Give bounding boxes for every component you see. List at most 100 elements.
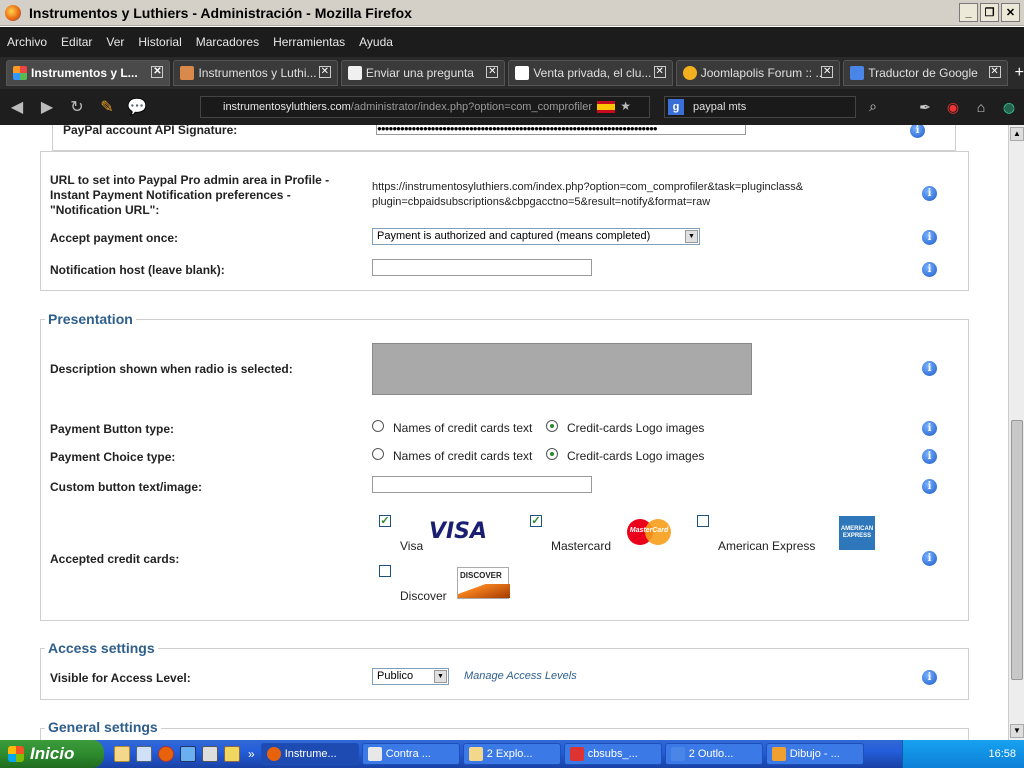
access-level-select[interactable]: Publico ▼ xyxy=(372,668,449,685)
joomla-icon xyxy=(13,66,27,80)
info-icon[interactable]: i xyxy=(922,449,937,464)
button-type-logos-radio[interactable] xyxy=(546,420,558,432)
task-firefox[interactable]: Instrume... xyxy=(260,743,359,765)
folder-icon[interactable] xyxy=(114,746,130,762)
stop-icon[interactable]: ◉ xyxy=(942,96,964,118)
search-icon[interactable]: ⌕ xyxy=(869,98,877,115)
menu-herramientas[interactable]: Herramientas xyxy=(273,35,345,49)
restore-button[interactable]: ❐ xyxy=(980,3,999,22)
start-button[interactable]: Inicio xyxy=(0,740,104,768)
tab-joomlapolis-forum[interactable]: Joomlapolis Forum :: ... ✕ xyxy=(675,60,841,86)
task-contra[interactable]: Contra ... xyxy=(361,743,460,765)
addon-icon[interactable]: ✎ xyxy=(94,94,120,120)
info-icon[interactable]: i xyxy=(922,262,937,277)
menu-historial[interactable]: Historial xyxy=(138,35,181,49)
info-icon[interactable]: i xyxy=(922,479,937,494)
manage-access-levels-link[interactable]: Manage Access Levels xyxy=(464,670,577,682)
close-tab-icon[interactable]: ✕ xyxy=(151,66,164,78)
info-icon[interactable]: i xyxy=(922,186,937,201)
clock[interactable]: 16:58 xyxy=(988,748,1016,760)
firefox-launch-icon[interactable] xyxy=(158,746,174,762)
chevron-down-icon[interactable]: ▼ xyxy=(685,230,698,243)
close-tab-icon[interactable]: ✕ xyxy=(821,66,834,78)
accept-payment-once-select[interactable]: Payment is authorized and captured (mean… xyxy=(372,228,700,245)
close-tab-icon[interactable]: ✕ xyxy=(988,66,1001,78)
google-icon[interactable]: g xyxy=(668,99,684,115)
button-type-names-label: Names of credit cards text xyxy=(393,421,533,435)
accepted-cards-label: Accepted credit cards: xyxy=(50,552,180,566)
visa-checkbox[interactable]: ✓ xyxy=(379,515,391,527)
ie-icon[interactable] xyxy=(180,746,196,762)
outlook-launch-icon[interactable] xyxy=(224,746,240,762)
globe-icon[interactable]: ◍ xyxy=(998,96,1020,118)
tab-instrumentos-site[interactable]: Instrumentos y Luthi... ✕ xyxy=(173,60,338,86)
info-icon[interactable]: i xyxy=(922,361,937,376)
notification-host-input[interactable] xyxy=(372,259,592,276)
page-scrollbar[interactable]: ▲ ▼ xyxy=(1008,125,1024,740)
chevron-down-icon[interactable]: ▼ xyxy=(434,670,447,683)
calc-icon[interactable] xyxy=(202,746,218,762)
url-host: instrumentosyluthiers.com xyxy=(223,101,351,113)
task-outlook[interactable]: 2 Outlo... xyxy=(664,743,763,765)
mastercard-label: Mastercard xyxy=(551,539,612,553)
home-icon[interactable]: ⌂ xyxy=(970,96,992,118)
back-button[interactable]: ◀ xyxy=(4,94,30,120)
info-icon[interactable]: i xyxy=(922,230,937,245)
tab-enviar-pregunta[interactable]: Enviar una pregunta ✕ xyxy=(340,60,506,86)
more-quicklaunch-icon[interactable]: » xyxy=(248,747,255,761)
mastercard-checkbox[interactable]: ✓ xyxy=(530,515,542,527)
reload-button[interactable]: ↻ xyxy=(64,94,90,120)
button-type-logos-label: Credit-cards Logo images xyxy=(567,421,705,435)
close-tab-icon[interactable]: ✕ xyxy=(486,66,499,78)
task-dibujo[interactable]: Dibujo - ... xyxy=(765,743,864,765)
task-cbsubs[interactable]: cbsubs_... xyxy=(563,743,662,765)
info-icon[interactable]: i xyxy=(922,551,937,566)
paint-task-icon xyxy=(771,747,786,761)
minimize-button[interactable]: _ xyxy=(959,3,978,22)
window-titlebar: Instrumentos y Luthiers - Administración… xyxy=(0,0,1024,26)
description-editor[interactable] xyxy=(372,343,752,395)
scroll-down-icon[interactable]: ▼ xyxy=(1010,724,1024,738)
visa-label: Visa xyxy=(400,539,424,553)
pen-tool-icon[interactable]: ✒ xyxy=(914,96,936,118)
scrollbar-thumb[interactable] xyxy=(1011,420,1023,680)
menu-ver[interactable]: Ver xyxy=(106,35,124,49)
tab-instrumentos-admin[interactable]: Instrumentos y L... ✕ xyxy=(6,60,171,86)
discover-label: Discover xyxy=(400,589,447,603)
choice-type-names-radio[interactable] xyxy=(372,448,384,460)
desktop-icon[interactable] xyxy=(136,746,152,762)
spain-flag-icon xyxy=(597,101,615,113)
bookmark-star-icon[interactable]: ★ xyxy=(620,99,631,113)
forward-button[interactable]: ▶ xyxy=(34,94,60,120)
amex-label: American Express xyxy=(718,539,816,553)
tab-venta-privada[interactable]: Venta privada, el clu... ✕ xyxy=(508,60,673,86)
info-icon[interactable]: i xyxy=(922,670,937,685)
tab-bar: Instrumentos y L... ✕ Instrumentos y Lut… xyxy=(0,57,1024,89)
task-explorer[interactable]: 2 Explo... xyxy=(462,743,561,765)
notification-url-label-3: "Notification URL": xyxy=(50,203,160,217)
amex-checkbox[interactable] xyxy=(697,515,709,527)
helmet-icon xyxy=(682,66,697,80)
custom-button-input[interactable] xyxy=(372,476,592,493)
folder-task-icon xyxy=(468,747,483,761)
scroll-up-icon[interactable]: ▲ xyxy=(1010,127,1024,141)
menu-editar[interactable]: Editar xyxy=(61,35,92,49)
api-signature-input[interactable]: ●●●●●●●●●●●●●●●●●●●●●●●●●●●●●●●●●●●●●●●●… xyxy=(376,125,746,135)
search-input[interactable]: g paypal mts ⌕ xyxy=(664,96,877,118)
menu-ayuda[interactable]: Ayuda xyxy=(359,35,393,49)
url-bar[interactable]: instrumentosyluthiers.com/administrator/… xyxy=(200,96,650,118)
pdf-task-icon xyxy=(569,747,584,761)
close-window-button[interactable]: ✕ xyxy=(1001,3,1020,22)
discover-checkbox[interactable] xyxy=(379,565,391,577)
button-type-names-radio[interactable] xyxy=(372,420,384,432)
info-icon[interactable]: i xyxy=(922,421,937,436)
close-tab-icon[interactable]: ✕ xyxy=(653,66,666,78)
tab-traductor-google[interactable]: Traductor de Google ✕ xyxy=(843,60,1008,86)
menu-archivo[interactable]: Archivo xyxy=(7,35,47,49)
choice-type-logos-radio[interactable] xyxy=(546,448,558,460)
close-tab-icon[interactable]: ✕ xyxy=(318,66,331,78)
menu-marcadores[interactable]: Marcadores xyxy=(196,35,259,49)
speech-icon[interactable]: 💬 xyxy=(124,94,150,120)
new-tab-button[interactable]: + xyxy=(1015,64,1024,82)
firefox-task-icon xyxy=(266,747,281,761)
